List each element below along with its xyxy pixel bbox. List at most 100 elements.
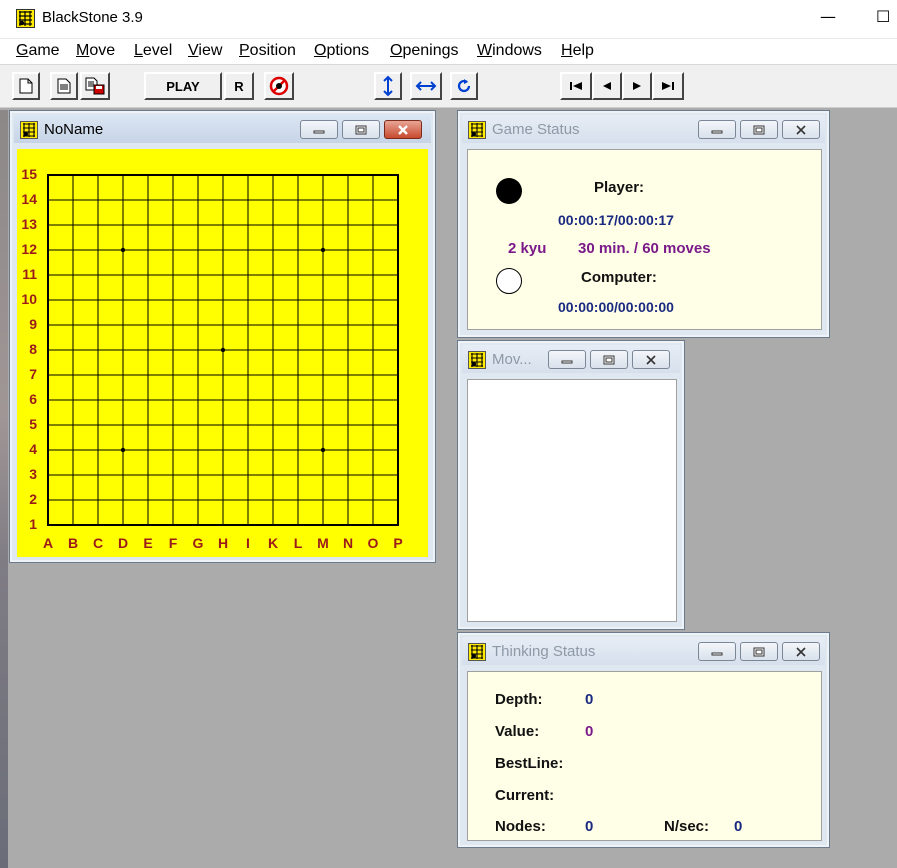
app-title-bar: BlackStone 3.9 — ☐ xyxy=(0,0,897,38)
board-minimize-button[interactable] xyxy=(300,120,338,139)
close-icon xyxy=(796,124,806,135)
flip-vertical-icon xyxy=(383,75,393,97)
thinking-minimize-button[interactable] xyxy=(698,642,736,661)
flip-horizontal-icon xyxy=(415,81,437,91)
row-label: 6 xyxy=(29,391,37,407)
status-close-button[interactable] xyxy=(782,120,820,139)
window-app-icon xyxy=(468,121,486,139)
status-restore-button[interactable] xyxy=(740,120,778,139)
player-time: 00:00:17/00:00:17 xyxy=(558,212,674,228)
computer-label: Computer: xyxy=(581,269,657,286)
column-label: P xyxy=(393,535,403,551)
moves-close-button[interactable] xyxy=(632,350,670,369)
window-app-icon xyxy=(468,643,486,661)
minimize-icon xyxy=(711,130,723,133)
moves-list[interactable] xyxy=(467,379,677,622)
value-value: 0 xyxy=(585,723,594,740)
board-grid[interactable] xyxy=(17,149,428,557)
row-label: 1 xyxy=(29,516,37,532)
moves-title: Mov... xyxy=(492,351,532,368)
menu-game[interactable]: Game xyxy=(16,42,60,60)
menu-options[interactable]: Options xyxy=(314,42,369,60)
save-document-button[interactable] xyxy=(80,72,110,100)
window-minimize-button[interactable]: — xyxy=(820,7,836,26)
column-label: B xyxy=(67,535,79,551)
new-document-button[interactable] xyxy=(12,72,40,100)
board-close-button[interactable] xyxy=(384,120,422,139)
minimize-icon xyxy=(313,130,325,133)
flip-vertical-button[interactable] xyxy=(374,72,402,100)
resign-button[interactable]: R xyxy=(224,72,254,100)
time-control-text: 30 min. / 60 moves xyxy=(578,240,711,257)
app-logo-icon xyxy=(16,9,35,28)
new-document-icon xyxy=(19,78,33,94)
menu-bar: Game Move Level View Position Options Op… xyxy=(0,38,897,64)
moves-restore-button[interactable] xyxy=(590,350,628,369)
level-text: 2 kyu xyxy=(508,240,547,257)
row-label: 4 xyxy=(29,441,37,457)
rotate-button[interactable] xyxy=(450,72,478,100)
menu-openings[interactable]: Openings xyxy=(390,42,459,60)
menu-view[interactable]: View xyxy=(188,42,222,60)
star-point xyxy=(320,447,326,453)
status-minimize-button[interactable] xyxy=(698,120,736,139)
row-label: 12 xyxy=(21,241,37,257)
minimize-icon xyxy=(711,652,723,655)
thinking-close-button[interactable] xyxy=(782,642,820,661)
next-move-icon xyxy=(633,82,641,90)
thinking-restore-button[interactable] xyxy=(740,642,778,661)
flip-horizontal-button[interactable] xyxy=(410,72,442,100)
hint-button[interactable] xyxy=(264,72,294,100)
menu-help[interactable]: Help xyxy=(561,42,594,60)
game-status-caption[interactable]: Game Status xyxy=(462,115,825,143)
moves-window: Mov... xyxy=(457,340,685,630)
moves-minimize-button[interactable] xyxy=(548,350,586,369)
next-move-button[interactable] xyxy=(622,72,652,100)
menu-move[interactable]: Move xyxy=(76,42,115,60)
rotate-icon xyxy=(457,79,471,93)
close-icon xyxy=(398,124,408,135)
column-label: M xyxy=(317,535,329,551)
column-label: C xyxy=(92,535,104,551)
open-document-button[interactable] xyxy=(50,72,78,100)
toolbar: PLAY R xyxy=(0,64,897,108)
menu-position[interactable]: Position xyxy=(239,42,296,60)
moves-caption[interactable]: Mov... xyxy=(462,345,680,373)
game-status-window: Game Status Player: 00:00:17/00:00:17 2 … xyxy=(457,110,830,338)
last-move-button[interactable] xyxy=(652,72,684,100)
first-move-button[interactable] xyxy=(560,72,592,100)
row-label: 11 xyxy=(22,266,37,282)
thinking-status-window: Thinking Status Depth: 0 Value: 0 BestLi… xyxy=(457,632,830,848)
window-maximize-button[interactable]: ☐ xyxy=(876,7,890,26)
row-label: 8 xyxy=(29,341,37,357)
restore-icon xyxy=(603,355,615,364)
depth-value: 0 xyxy=(585,691,594,708)
row-label: 15 xyxy=(21,166,37,182)
depth-label: Depth: xyxy=(495,691,543,708)
column-label: N xyxy=(342,535,354,551)
row-label: 13 xyxy=(21,216,37,232)
player-stone-black xyxy=(496,178,522,204)
board-window-caption[interactable]: NoName xyxy=(14,115,431,143)
computer-time: 00:00:00/00:00:00 xyxy=(558,299,674,315)
save-document-icon xyxy=(85,77,105,95)
row-label: 3 xyxy=(29,466,37,482)
column-label: A xyxy=(42,535,54,551)
board-restore-button[interactable] xyxy=(342,120,380,139)
menu-level[interactable]: Level xyxy=(134,42,172,60)
open-document-icon xyxy=(57,78,71,94)
row-label: 14 xyxy=(21,191,37,207)
column-label: L xyxy=(293,535,303,551)
thinking-status-caption[interactable]: Thinking Status xyxy=(462,637,825,665)
close-icon xyxy=(796,646,806,657)
column-label: G xyxy=(192,535,204,551)
previous-move-button[interactable] xyxy=(592,72,622,100)
game-status-panel: Player: 00:00:17/00:00:17 2 kyu 30 min. … xyxy=(467,149,822,330)
go-board[interactable]: 15 14 13 12 11 10 9 8 7 6 5 4 3 2 1 A B C D E F G H I K L M N O P xyxy=(17,149,428,557)
play-button[interactable]: PLAY xyxy=(144,72,222,100)
bestline-label: BestLine: xyxy=(495,755,564,772)
menu-windows[interactable]: Windows xyxy=(477,42,542,60)
star-point xyxy=(220,347,226,353)
app-title: BlackStone 3.9 xyxy=(42,9,143,26)
thinking-status-title: Thinking Status xyxy=(492,643,596,660)
